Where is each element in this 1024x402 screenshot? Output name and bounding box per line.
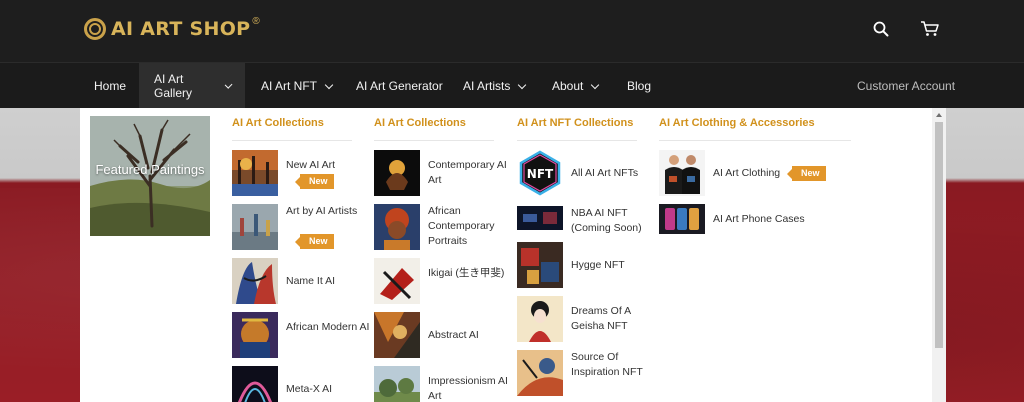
menu-item-label: Art by AI Artists: [286, 205, 358, 217]
menu-item-label: Impressionism AI Art: [428, 375, 508, 402]
column-title: AI Art Collections: [374, 117, 466, 129]
search-icon[interactable]: [872, 20, 892, 40]
menu-item-african-contemporary-portraits[interactable]: African Contemporary Portraits: [374, 204, 514, 250]
thumbnail-source-of-inspiration-nft: [517, 350, 563, 396]
menu-item-label: NBA AI NFT (Coming Soon): [571, 207, 642, 234]
menu-item-meta-x-ai[interactable]: Meta-X AI: [232, 366, 372, 402]
thumbnail-ai-art-clothing: [659, 150, 705, 196]
menu-item-name-it-ai[interactable]: Name It AI: [232, 258, 372, 304]
menu-item-contemporary-ai-art[interactable]: Contemporary AI Art: [374, 150, 514, 196]
thumbnail-ai-art-phone-cases: [659, 204, 705, 234]
column-divider: [517, 140, 637, 141]
nav-ai-artists[interactable]: AI Artists: [463, 63, 527, 109]
column-divider: [232, 140, 352, 141]
thumbnail-hygge-nft: [517, 242, 563, 288]
menu-item-label: Dreams Of A Geisha NFT: [571, 305, 631, 332]
registered-mark: ®: [252, 15, 260, 27]
new-badge: New: [295, 174, 334, 189]
menu-item-label: Hygge NFT: [571, 259, 625, 271]
nav-ai-artists-label: AI Artists: [463, 79, 511, 93]
thumbnail-abstract-ai: [374, 312, 420, 358]
featured-paintings-tile[interactable]: Featured Paintings: [90, 116, 210, 236]
nft-logo-icon: NFT: [517, 150, 563, 196]
menu-item-nba-ai-nft[interactable]: NBA AI NFT (Coming Soon): [517, 206, 657, 234]
thumbnail-african-modern-ai: [232, 312, 278, 358]
thumbnail-name-it-ai: [232, 258, 278, 304]
main-nav: Home AI Art Gallery AI Art NFT AI Art Ge…: [0, 62, 1024, 109]
menu-scrollbar[interactable]: [932, 108, 946, 402]
menu-item-label: AI Art Phone Cases: [713, 213, 805, 225]
mega-menu: Featured Paintings AI Art Collections Ne…: [80, 108, 946, 402]
menu-item-new-ai-art[interactable]: New AI Art New: [232, 150, 372, 196]
menu-item-source-of-inspiration-nft[interactable]: Source Of Inspiration NFT: [517, 350, 657, 396]
menu-item-ai-art-clothing[interactable]: AI Art Clothing New: [659, 150, 859, 196]
menu-item-label: Abstract AI: [428, 329, 479, 341]
menu-item-ikigai[interactable]: Ikigai (生き甲斐): [374, 258, 514, 304]
thumbnail-african-contemporary-portraits: [374, 204, 420, 250]
new-badge: New: [295, 234, 334, 249]
thumbnail-new-ai-art: [232, 150, 278, 196]
menu-item-african-modern-ai[interactable]: African Modern AI: [232, 312, 372, 358]
featured-paintings-label: Featured Paintings: [95, 162, 205, 177]
customer-account-label: Customer Account: [857, 79, 956, 93]
nav-blog[interactable]: Blog: [627, 63, 651, 109]
chevron-down-icon: [224, 80, 233, 89]
menu-item-label: All AI Art NFTs: [571, 167, 639, 179]
nav-ai-art-gallery-label: AI Art Gallery: [154, 72, 193, 100]
column-divider: [659, 140, 851, 141]
chevron-down-icon: [518, 80, 527, 89]
nav-ai-art-generator[interactable]: AI Art Generator: [356, 63, 443, 109]
column-title: AI Art Clothing & Accessories: [659, 117, 815, 129]
nav-ai-art-generator-label: AI Art Generator: [356, 79, 443, 93]
thumbnail-nba-ai-nft: [517, 206, 563, 230]
thumbnail-dreams-of-a-geisha-nft: [517, 296, 563, 342]
thumbnail-ikigai: [374, 258, 420, 304]
nav-home-label: Home: [94, 79, 127, 93]
nav-home[interactable]: Home: [80, 63, 140, 109]
nav-blog-label: Blog: [627, 79, 652, 93]
brand-name: AI ART SHOP: [111, 18, 251, 40]
nav-ai-art-nft[interactable]: AI Art NFT: [261, 63, 334, 109]
menu-item-label: New AI Art: [286, 159, 336, 171]
cart-icon[interactable]: [920, 20, 940, 40]
menu-item-impressionism-ai-art[interactable]: Impressionism AI Art: [374, 366, 514, 402]
menu-item-label: Ikigai (生き甲斐): [428, 267, 505, 279]
column-title: AI Art NFT Collections: [517, 117, 634, 129]
brand-logo[interactable]: AI ART SHOP ®: [84, 14, 260, 44]
svg-text:NFT: NFT: [527, 167, 554, 181]
menu-item-art-by-ai-artists[interactable]: Art by AI Artists New: [232, 204, 372, 250]
column-title: AI Art Collections: [232, 117, 324, 129]
thumbnail-impressionism-ai-art: [374, 366, 420, 402]
thumbnail-art-by-ai-artists: [232, 204, 278, 250]
customer-account-link[interactable]: Customer Account: [857, 63, 955, 109]
scroll-up-arrow-icon[interactable]: [936, 113, 942, 117]
menu-scrollbar-thumb[interactable]: [935, 122, 943, 348]
menu-item-all-ai-art-nfts[interactable]: NFT All AI Art NFTs: [517, 150, 657, 196]
menu-item-label: Contemporary AI Art: [428, 159, 507, 186]
chevron-down-icon: [591, 80, 600, 89]
menu-item-label: Name It AI: [286, 275, 336, 287]
menu-item-hygge-nft[interactable]: Hygge NFT: [517, 242, 657, 288]
nav-ai-art-gallery[interactable]: AI Art Gallery: [139, 63, 245, 109]
menu-item-label: Source Of Inspiration NFT: [571, 351, 643, 378]
chevron-down-icon: [324, 80, 334, 89]
new-badge: New: [787, 166, 826, 181]
menu-item-ai-art-phone-cases[interactable]: AI Art Phone Cases: [659, 204, 859, 234]
nav-ai-art-nft-label: AI Art NFT: [261, 79, 318, 93]
header-bar: AI ART SHOP ®: [0, 0, 1024, 62]
menu-item-dreams-of-a-geisha-nft[interactable]: Dreams Of A Geisha NFT: [517, 296, 657, 342]
column-divider: [374, 140, 494, 141]
nav-about-label: About: [552, 79, 584, 93]
logo-mark-icon: [84, 18, 106, 40]
menu-item-abstract-ai[interactable]: Abstract AI: [374, 312, 514, 358]
menu-item-label: Meta-X AI: [286, 383, 333, 395]
nav-about[interactable]: About: [552, 63, 600, 109]
thumbnail-contemporary-ai-art: [374, 150, 420, 196]
menu-item-label: African Contemporary Portraits: [428, 205, 495, 247]
thumbnail-meta-x-ai: [232, 366, 278, 402]
menu-item-label: African Modern AI: [286, 321, 370, 333]
